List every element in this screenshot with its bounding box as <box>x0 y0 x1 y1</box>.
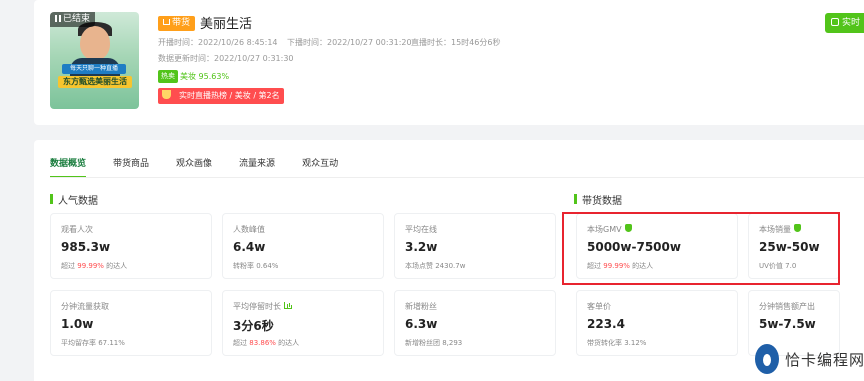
metric-sub: 本场点赞 2430.7w <box>405 262 466 270</box>
live-bars-icon <box>55 15 61 22</box>
metric-label: 人数峰值 <box>233 225 265 234</box>
tab-audience[interactable]: 观众画像 <box>176 156 212 178</box>
live-title[interactable]: 美丽生活 <box>200 13 252 32</box>
hot-tag: 热卖 <box>158 70 178 83</box>
metric-views[interactable]: 观看人次 985.3w 超过 99.99% 的达人 <box>50 213 212 279</box>
cover-banner: 东方甄选美丽生活 <box>58 76 132 88</box>
cart-icon <box>163 19 170 25</box>
metric-label: 分钟流量获取 <box>61 302 109 311</box>
metric-label: 平均在线 <box>405 225 437 234</box>
metric-sub: 平均留存率 67.11% <box>61 339 125 347</box>
metric-label: 平均停留时长 <box>233 301 292 312</box>
metric-label: 分钟销售额产出 <box>759 302 815 311</box>
watermark: 恰卡编程网 <box>755 342 864 376</box>
metric-unit-price[interactable]: 客单价 223.4 带货转化率 3.12% <box>576 290 738 356</box>
metric-value: 985.3w <box>61 240 111 254</box>
duration: 直播时长：15时46分6秒 <box>411 38 501 47</box>
end-time: 下播时间：2022/10/27 00:31:20 <box>287 38 412 47</box>
metric-avg-online[interactable]: 平均在线 3.2w 本场点赞 2430.7w <box>394 213 556 279</box>
metric-value: 6.3w <box>405 317 438 331</box>
metric-avg-stay[interactable]: 平均停留时长 3分6秒 超过 83.86% 的达人 <box>222 290 384 356</box>
start-time: 开播时间：2022/10/26 8:45:14 <box>158 38 278 47</box>
rank-badge[interactable]: 实时直播热榜 / 美妆 / 第2名 <box>158 88 284 104</box>
bar-chart-icon <box>284 302 292 309</box>
metric-sub: 转粉率 0.64% <box>233 262 279 270</box>
metric-value: 1.0w <box>61 317 94 331</box>
trophy-icon <box>162 90 171 99</box>
updated-time: 数据更新时间：2022/10/27 0:31:30 <box>158 54 294 63</box>
goods-tag: 带货 <box>158 16 196 31</box>
tab-overview[interactable]: 数据概览 <box>50 156 87 178</box>
metric-sub: 带货转化率 3.12% <box>587 339 647 347</box>
tab-traffic[interactable]: 流量来源 <box>239 156 275 178</box>
section-sales: 带货数据 <box>574 192 622 207</box>
metric-new-fans[interactable]: 新增粉丝 6.3w 新增粉丝团 8,293 <box>394 290 556 356</box>
tab-interaction[interactable]: 观众互动 <box>302 156 338 178</box>
rank-text: 实时直播热榜 / 美妆 / 第2名 <box>179 91 280 100</box>
tab-bar: 数据概览 带货商品 观众画像 流量来源 观众互动 <box>50 156 365 178</box>
metric-value: 6.4w <box>233 240 266 254</box>
live-info-card: 每天只聊一种直播 东方甄选美丽生活 已结束 带货 美丽生活 开播时间：2022/… <box>34 0 864 125</box>
watermark-logo-icon <box>755 344 779 374</box>
metric-peak[interactable]: 人数峰值 6.4w 转粉率 0.64% <box>222 213 384 279</box>
metric-sub: 超过 99.99% 的达人 <box>61 262 128 270</box>
goods-tag-text: 带货 <box>172 18 191 28</box>
host-face <box>80 26 110 60</box>
metric-label: 客单价 <box>587 302 611 311</box>
hot-category: 美妆 95.63% <box>180 72 230 81</box>
watermark-text: 恰卡编程网 <box>785 350 864 369</box>
metric-label: 新增粉丝 <box>405 302 437 311</box>
section-popularity: 人气数据 <box>50 192 98 207</box>
metric-traffic-per-minute[interactable]: 分钟流量获取 1.0w 平均留存率 67.11% <box>50 290 212 356</box>
metric-sub: 新增粉丝团 8,293 <box>405 339 463 347</box>
metric-value: 3分6秒 <box>233 319 274 333</box>
live-cover-image[interactable]: 每天只聊一种直播 东方甄选美丽生活 已结束 <box>50 12 139 109</box>
status-badge-text: 已结束 <box>63 14 91 24</box>
metric-value: 5w-7.5w <box>759 317 816 331</box>
highlight-box <box>562 212 840 285</box>
metric-sub: 超过 83.86% 的达人 <box>233 339 300 347</box>
cover-banner-top: 每天只聊一种直播 <box>62 64 126 74</box>
metric-label: 观看人次 <box>61 225 93 234</box>
tab-divider <box>50 177 864 178</box>
tab-products[interactable]: 带货商品 <box>113 156 149 178</box>
realtime-button[interactable]: 实时 <box>825 13 864 33</box>
monitor-icon <box>831 18 839 26</box>
status-badge: 已结束 <box>50 12 96 27</box>
metric-value: 223.4 <box>587 317 625 331</box>
metric-value: 3.2w <box>405 240 438 254</box>
